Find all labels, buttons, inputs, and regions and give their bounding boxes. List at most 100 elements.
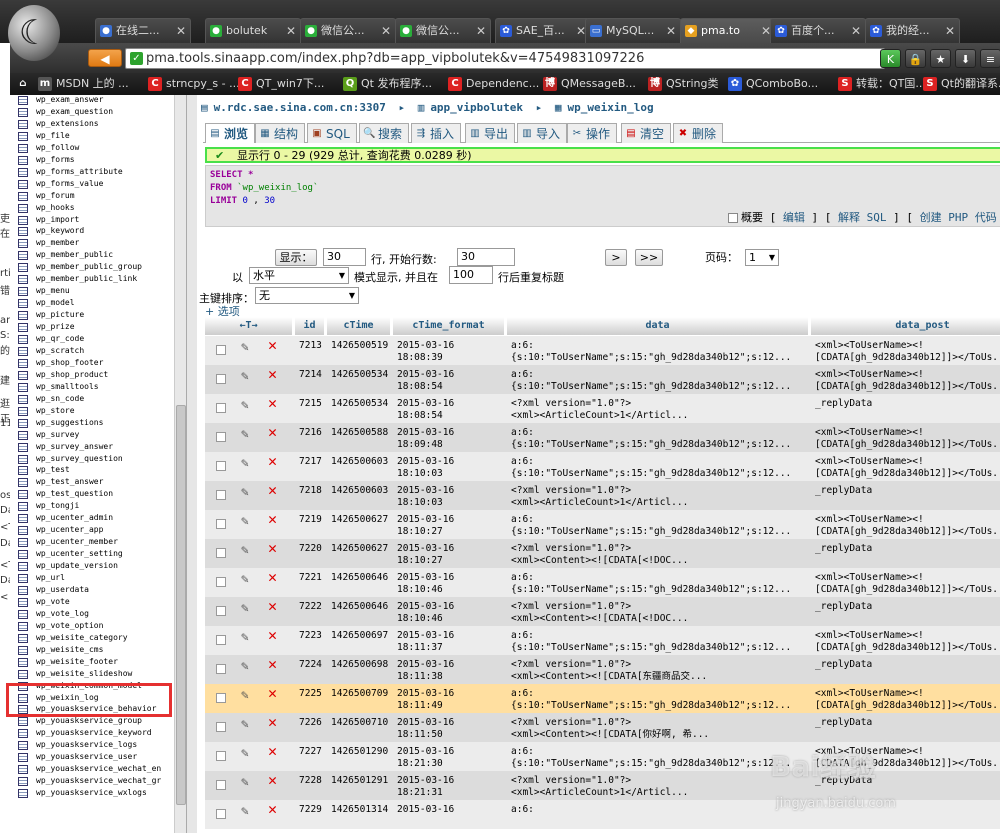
sidebar-table-item[interactable]: wp_survey — [18, 429, 79, 441]
browser-tab[interactable]: ● 微信公... ✕ — [395, 18, 491, 43]
url-field[interactable]: ✓ pma.tools.sinaapp.com/index.php?db=app… — [125, 48, 885, 69]
table-row[interactable]: ✎ ✕ 7214 1426500534 2015-03-16 a:6: <xml><ToUs… — [205, 365, 1000, 394]
show-button[interactable]: 显示： — [275, 249, 317, 266]
sidebar-table-item[interactable]: wp_vote — [18, 596, 70, 608]
column-header[interactable]: cTime_format — [393, 317, 505, 335]
sidebar-table-item[interactable]: wp_smalltools — [18, 381, 99, 393]
sidebar-table-item[interactable]: wp_suggestions — [18, 417, 103, 429]
tab-9[interactable]: ✖ 删除 — [673, 123, 724, 143]
sidebar-table-item[interactable]: wp_tongji — [18, 500, 79, 512]
browser-tab[interactable]: ▭ MySQL... ✕ — [585, 18, 681, 43]
delete-icon[interactable]: ✕ — [268, 599, 277, 614]
extension-k-icon[interactable]: K — [880, 49, 901, 68]
sort-select[interactable]: 无 ▼ — [255, 287, 359, 304]
create-php-link[interactable]: 创建 PHP 代码 — [920, 211, 997, 224]
edit-icon[interactable]: ✎ — [241, 776, 249, 789]
star-icon[interactable]: ★ — [930, 49, 951, 68]
delete-icon[interactable]: ✕ — [268, 744, 277, 759]
sidebar-table-item[interactable]: wp_forum — [18, 190, 75, 202]
sidebar-table-item[interactable]: wp_prize — [18, 321, 75, 333]
close-icon[interactable]: ✕ — [666, 19, 676, 43]
bookmark-item[interactable]: m MSDN 上的 ... — [38, 76, 129, 92]
sidebar-table-item[interactable]: wp_forms — [18, 154, 75, 166]
back-button[interactable]: ◀ — [88, 49, 122, 67]
edit-icon[interactable]: ✎ — [241, 457, 249, 470]
sidebar-table-item[interactable]: wp_url — [18, 572, 65, 584]
tab-0[interactable]: ▤ 浏览 — [205, 123, 256, 143]
profile-checkbox[interactable] — [728, 213, 738, 223]
sidebar-table-item[interactable]: wp_menu — [18, 285, 70, 297]
row-checkbox[interactable] — [216, 693, 226, 703]
explain-sql-link[interactable]: 解释 SQL — [838, 211, 887, 224]
table-row[interactable]: ✎ ✕ 7213 1426500519 2015-03-16 a:6: <xml><ToUs… — [205, 336, 1000, 365]
sidebar-table-item[interactable]: wp_weisite_cms — [18, 644, 103, 656]
column-header[interactable]: cTime — [327, 317, 391, 335]
sidebar-table-item[interactable]: wp_file — [18, 130, 70, 142]
tab-6[interactable]: ▥ 导入 — [517, 123, 568, 143]
tab-8[interactable]: ▤ 清空 — [621, 123, 672, 143]
tab-3[interactable]: 🔍 搜索 — [359, 123, 410, 143]
bookmark-item[interactable]: 博 QMessageB... — [543, 76, 636, 92]
edit-icon[interactable]: ✎ — [241, 805, 249, 818]
page-select[interactable]: 1 ▼ — [745, 249, 779, 266]
edit-icon[interactable]: ✎ — [241, 515, 249, 528]
row-checkbox[interactable] — [216, 606, 226, 616]
delete-icon[interactable]: ✕ — [268, 541, 277, 556]
close-icon[interactable]: ✕ — [851, 19, 861, 43]
row-checkbox[interactable] — [216, 519, 226, 529]
delete-icon[interactable]: ✕ — [268, 628, 277, 643]
sidebar-table-item[interactable]: wp_follow — [18, 142, 79, 154]
sidebar-table-item[interactable]: wp_vote_log — [18, 608, 89, 620]
delete-icon[interactable]: ✕ — [268, 773, 277, 788]
table-row[interactable]: ✎ ✕ 7222 1426500646 2015-03-16 <?xml version=… — [205, 597, 1000, 626]
table-row[interactable]: ✎ ✕ 7220 1426500627 2015-03-16 <?xml version=… — [205, 539, 1000, 568]
sidebar-table-item[interactable]: wp_userdata — [18, 584, 89, 596]
bookmark-item[interactable]: S 转载：QT国... — [838, 76, 926, 92]
close-icon[interactable]: ✕ — [286, 19, 296, 43]
sidebar-table-item[interactable]: wp_test_question — [18, 488, 113, 500]
sidebar-table-item[interactable]: wp_member — [18, 237, 79, 249]
sidebar-table-item[interactable]: wp_weisite_footer — [18, 656, 118, 668]
edit-icon[interactable]: ✎ — [241, 544, 249, 557]
table-row[interactable]: ✎ ✕ 7224 1426500698 2015-03-16 <?xml version=… — [205, 655, 1000, 684]
download-icon[interactable]: ⬇ — [955, 49, 976, 68]
delete-icon[interactable]: ✕ — [268, 802, 277, 817]
edit-icon[interactable]: ✎ — [241, 486, 249, 499]
row-checkbox[interactable] — [216, 345, 226, 355]
bookmark-item[interactable]: Cstrncpy_s - ... — [148, 76, 240, 92]
sidebar-table-item[interactable]: wp_update_version — [18, 560, 118, 572]
row-checkbox[interactable] — [216, 490, 226, 500]
menu-icon[interactable]: ≡ — [980, 49, 1000, 68]
delete-icon[interactable]: ✕ — [268, 483, 277, 498]
edit-icon[interactable]: ✎ — [241, 602, 249, 615]
table-row[interactable]: ✎ ✕ 7219 1426500627 2015-03-16 a:6: <xml><ToUs… — [205, 510, 1000, 539]
column-header[interactable]: ←T→ — [205, 317, 293, 335]
edit-sql-link[interactable]: 编辑 — [783, 211, 805, 224]
delete-icon[interactable]: ✕ — [268, 454, 277, 469]
scrollbar-thumb[interactable] — [176, 405, 186, 805]
sidebar-table-item[interactable]: wp_picture — [18, 309, 84, 321]
row-checkbox[interactable] — [216, 374, 226, 384]
delete-icon[interactable]: ✕ — [268, 686, 277, 701]
sidebar-table-item[interactable]: wp_ucenter_app — [18, 524, 103, 536]
bookmark-item[interactable]: C QT_win7下... — [238, 76, 324, 92]
edit-icon[interactable]: ✎ — [241, 718, 249, 731]
breadcrumb-database[interactable]: app_vipbolutek — [430, 101, 523, 114]
edit-icon[interactable]: ✎ — [241, 660, 249, 673]
sidebar-table-item[interactable]: wp_ucenter_admin — [18, 512, 113, 524]
sidebar-table-item[interactable]: wp_import — [18, 214, 79, 226]
edit-icon[interactable]: ✎ — [241, 370, 249, 383]
table-row[interactable]: ✎ ✕ 7223 1426500697 2015-03-16 a:6: <xml><ToUs… — [205, 626, 1000, 655]
delete-icon[interactable]: ✕ — [268, 657, 277, 672]
sidebar-table-item[interactable]: wp_store — [18, 405, 75, 417]
sidebar-table-item[interactable]: wp_exam_answer — [18, 95, 103, 106]
delete-icon[interactable]: ✕ — [268, 512, 277, 527]
sidebar-table-item[interactable]: wp_youaskservice_wechat_gr — [18, 775, 161, 787]
delete-icon[interactable]: ✕ — [268, 570, 277, 585]
delete-icon[interactable]: ✕ — [268, 367, 277, 382]
sidebar-table-item[interactable]: wp_vote_option — [18, 620, 103, 632]
tab-1[interactable]: ▦ 结构 — [255, 123, 306, 143]
edit-icon[interactable]: ✎ — [241, 399, 249, 412]
browser-tab[interactable]: ✿ 我的经... ✕ — [865, 18, 960, 43]
edit-icon[interactable]: ✎ — [241, 428, 249, 441]
